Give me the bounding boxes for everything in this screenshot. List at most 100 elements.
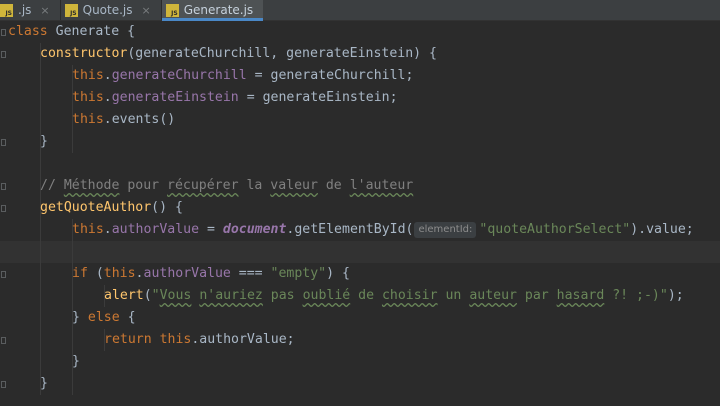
fold-marker-icon[interactable] <box>1 139 6 146</box>
editor-gutter <box>0 21 8 406</box>
string-part: ?! ;-)" <box>604 288 668 303</box>
method-name: getQuoteAuthor <box>40 200 152 215</box>
code-text: .authorValue; <box>191 332 295 347</box>
tab-label: .js <box>18 3 32 17</box>
string-literal: "empty" <box>270 266 327 281</box>
code-text: ); <box>667 288 684 303</box>
comment-word: récupérer <box>167 178 239 193</box>
code-line: alert("Vous n'auriez pas oublié de chois… <box>104 285 684 307</box>
params: (generateChurchill, generateEinstein) { <box>127 46 437 61</box>
code-line: this.generateChurchill = generateChurchi… <box>72 68 414 83</box>
code-text: ).value; <box>630 222 694 237</box>
code-line: getQuoteAuthor() { <box>40 197 183 219</box>
js-file-icon <box>64 3 78 17</box>
code-line: this.events() <box>72 109 175 131</box>
code-text: () { <box>151 200 183 215</box>
string-word: Vous <box>159 288 192 303</box>
close-icon[interactable]: × <box>142 4 151 17</box>
code-text: { <box>119 310 136 325</box>
string-literal: "quoteAuthorSelect" <box>479 222 631 237</box>
code-comment: // Méthode pour récupérer la valeur de l… <box>40 175 413 197</box>
this-keyword: this <box>72 112 104 127</box>
code-text: = generateEinstein; <box>238 90 398 105</box>
brace: } <box>72 310 88 325</box>
brace: } <box>40 134 48 149</box>
fold-marker-icon[interactable] <box>1 51 6 58</box>
editor-tab-bar: .js × Quote.js × Generate.js <box>0 0 720 21</box>
string-literal: "Vous n'auriez pas oublié de choisir un … <box>152 288 668 303</box>
keyword: class <box>8 24 48 39</box>
code-editor[interactable]: class Generate { constructor(generateChu… <box>0 21 720 406</box>
this-keyword: this <box>72 68 104 83</box>
comment-text: la <box>238 178 271 193</box>
tab-js-file[interactable]: .js × <box>0 0 60 20</box>
tab-quote-js[interactable]: Quote.js × <box>61 0 161 20</box>
class-name: Generate <box>55 24 120 39</box>
comment-word: Méthode <box>63 178 120 193</box>
js-file-icon <box>165 3 179 17</box>
fold-marker-icon[interactable] <box>1 381 6 388</box>
string-word: hasard <box>556 288 605 303</box>
fold-marker-icon[interactable] <box>1 337 6 344</box>
string-part: un <box>437 288 470 303</box>
constructor-keyword: constructor <box>40 46 128 61</box>
string-part: de <box>350 288 382 303</box>
code-text: .getElementById( <box>286 222 414 237</box>
code-text: ) { <box>326 266 350 281</box>
parameter-hint: elementId: <box>414 222 477 238</box>
tab-label: Quote.js <box>82 3 133 17</box>
string-part: " <box>151 288 160 303</box>
code-line: } <box>40 373 48 395</box>
code-text: === <box>230 266 271 281</box>
string-part: par <box>516 288 557 303</box>
fold-marker-icon[interactable] <box>1 271 6 278</box>
return-keyword: return <box>104 332 152 347</box>
this-keyword: this <box>103 266 136 281</box>
brace: } <box>72 354 80 369</box>
code-line: } <box>40 131 48 153</box>
code-text: = <box>199 222 223 237</box>
global-object: document <box>222 222 287 237</box>
code-line: this.authorValue = document.getElementBy… <box>72 222 694 238</box>
code-line: } <box>72 351 80 373</box>
property: authorValue <box>143 266 231 281</box>
string-word: auteur <box>469 288 517 303</box>
js-file-icon <box>0 3 13 17</box>
string-word: oublié <box>302 288 351 303</box>
function-name: alert <box>104 288 144 303</box>
code-line: this.generateEinstein = generateEinstein… <box>72 90 398 105</box>
this-keyword: this <box>159 332 192 347</box>
fold-marker-icon[interactable] <box>1 205 6 212</box>
else-keyword: else <box>87 310 120 325</box>
close-icon[interactable]: × <box>40 4 49 17</box>
string-part: pas <box>262 288 303 303</box>
brace: } <box>40 376 48 391</box>
tab-generate-js[interactable]: Generate.js <box>161 0 264 21</box>
comment-text: de <box>317 178 350 193</box>
code-line: constructor(generateChurchill, generateE… <box>40 43 437 65</box>
code-text: = generateChurchill; <box>246 68 414 83</box>
this-keyword: this <box>72 222 104 237</box>
string-word: choisir <box>381 288 438 303</box>
property: authorValue <box>111 222 200 237</box>
if-keyword: if <box>72 266 88 281</box>
code-line: if (this.authorValue === "empty") { <box>72 266 350 281</box>
fold-marker-icon[interactable] <box>1 183 6 190</box>
fold-marker-icon[interactable] <box>1 29 6 36</box>
brace: { <box>127 24 136 39</box>
code-line: return this.authorValue; <box>104 329 295 351</box>
property: generateEinstein <box>111 90 239 105</box>
property: generateChurchill <box>111 68 247 83</box>
indent-guide <box>40 43 41 395</box>
comment-text: pour <box>119 178 168 193</box>
code-text: ( <box>143 288 152 303</box>
this-keyword: this <box>72 90 104 105</box>
string-word: n'auriez <box>199 288 263 303</box>
code-line: } else { <box>72 307 136 329</box>
comment-word: l'auteur <box>349 178 414 193</box>
code-text: .events() <box>103 112 176 127</box>
code-line: class Generate { <box>8 21 135 43</box>
tab-label: Generate.js <box>183 3 254 17</box>
comment-word: valeur <box>270 178 318 193</box>
